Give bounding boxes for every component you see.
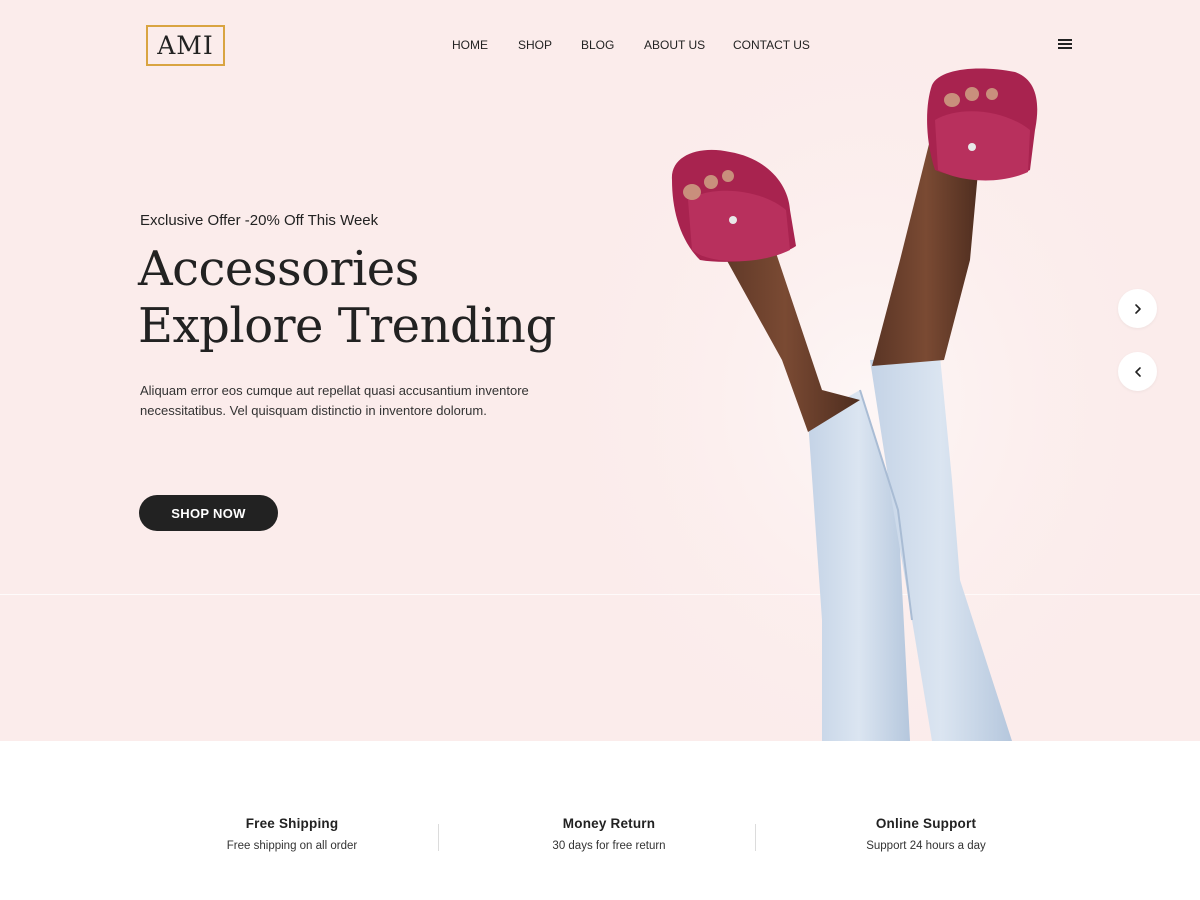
hero-title: Accessories Explore Trending (138, 241, 556, 355)
hero-offer-text: Exclusive Offer -20% Off This Week (140, 212, 379, 229)
feature-divider (755, 824, 756, 851)
feature-subtitle: Support 24 hours a day (866, 840, 986, 852)
feature-money-return: Money Return 30 days for free return (459, 816, 759, 852)
feature-free-shipping: Free Shipping Free shipping on all order (142, 816, 442, 852)
nav-about-us[interactable]: ABOUT US (644, 38, 705, 52)
nav-shop[interactable]: SHOP (518, 38, 552, 52)
feature-subtitle: Free shipping on all order (226, 840, 358, 852)
feature-title: Online Support (875, 816, 977, 831)
slider-next-button[interactable] (1118, 289, 1157, 328)
hamburger-menu-icon[interactable] (1056, 37, 1074, 51)
nav-contact-us[interactable]: CONTACT US (733, 38, 810, 52)
slider-prev-button[interactable] (1118, 352, 1157, 391)
hero-product-image (560, 60, 1120, 741)
shop-now-button[interactable]: SHOP NOW (139, 495, 278, 531)
feature-title: Free Shipping (245, 816, 339, 831)
nav-blog[interactable]: BLOG (581, 38, 614, 52)
nav-home[interactable]: HOME (452, 38, 488, 52)
chevron-left-icon (1134, 366, 1141, 377)
logo[interactable]: AMI (146, 25, 225, 66)
features-section: Free Shipping Free shipping on all order… (0, 741, 1200, 900)
hero-section: AMI HOME SHOP BLOG ABOUT US CONTACT US E… (0, 0, 1200, 741)
logo-text: AMI (157, 31, 214, 60)
feature-title: Money Return (562, 816, 656, 831)
feature-divider (438, 824, 439, 851)
hero-description: Aliquam error eos cumque aut repellat qu… (140, 383, 529, 418)
feature-subtitle: 30 days for free return (552, 840, 666, 852)
hero-title-line-1: Accessories (138, 241, 419, 297)
hero-title-line-2: Explore Trending (138, 298, 556, 354)
feature-online-support: Online Support Support 24 hours a day (776, 816, 1076, 852)
chevron-right-icon (1134, 303, 1141, 314)
